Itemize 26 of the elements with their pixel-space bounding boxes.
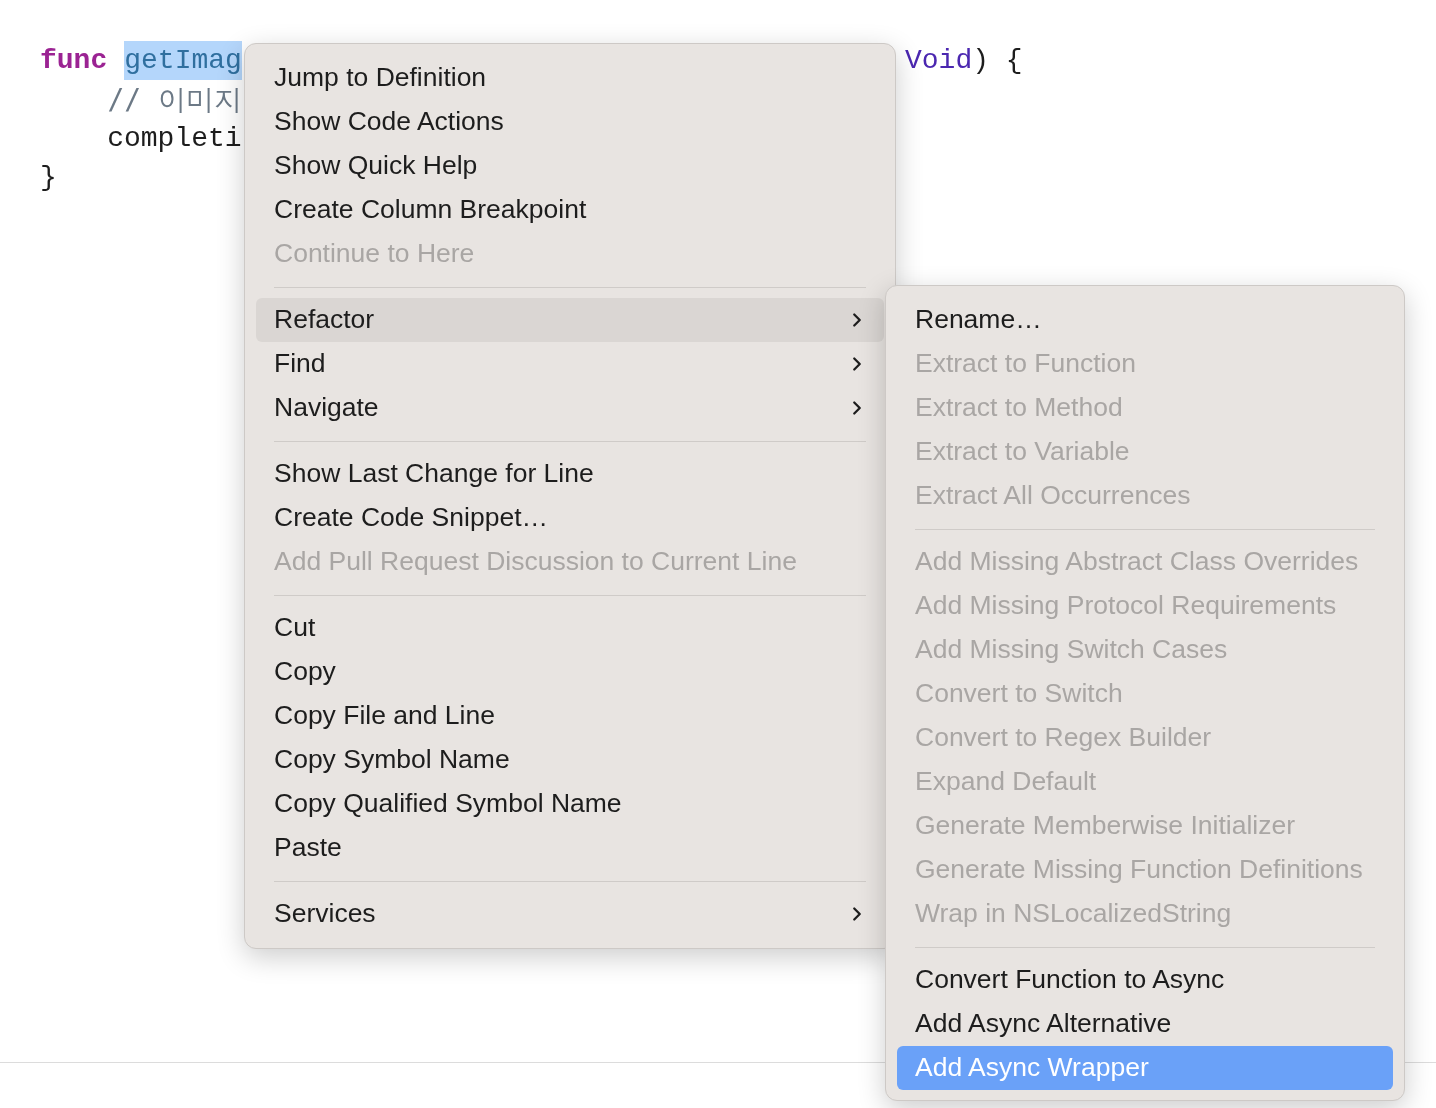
menu-item[interactable]: Show Code Actions (256, 100, 884, 144)
menu-item[interactable]: Find (256, 342, 884, 386)
code-text: ) { (972, 44, 1023, 78)
menu-item[interactable]: Convert Function to Async (897, 958, 1393, 1002)
code-text: } (40, 161, 57, 195)
menu-item[interactable]: Rename… (897, 298, 1393, 342)
code-text: completi (106, 122, 242, 156)
menu-item[interactable]: Create Column Breakpoint (256, 188, 884, 232)
menu-item[interactable]: Show Last Change for Line (256, 452, 884, 496)
menu-item[interactable]: Copy File and Line (256, 694, 884, 738)
menu-item[interactable]: Add Async Alternative (897, 1002, 1393, 1046)
menu-item[interactable]: Refactor (256, 298, 884, 342)
selected-code-text: getImag (124, 41, 242, 80)
menu-item[interactable]: Copy (256, 650, 884, 694)
menu-item[interactable]: Show Quick Help (256, 144, 884, 188)
menu-item[interactable]: Cut (256, 606, 884, 650)
code-text: Void (905, 44, 973, 78)
menu-item[interactable]: Copy Symbol Name (256, 738, 884, 782)
menu-item[interactable]: Jump to Definition (256, 56, 884, 100)
menu-item[interactable]: Create Code Snippet… (256, 496, 884, 540)
menu-item[interactable]: Services (256, 892, 884, 936)
menu-item[interactable]: Navigate (256, 386, 884, 430)
menu-item[interactable]: Copy Qualified Symbol Name (256, 782, 884, 826)
code-keyword: func (40, 44, 108, 78)
code-comment: // 이미지 (106, 82, 242, 118)
menu-item[interactable]: Paste (256, 826, 884, 870)
